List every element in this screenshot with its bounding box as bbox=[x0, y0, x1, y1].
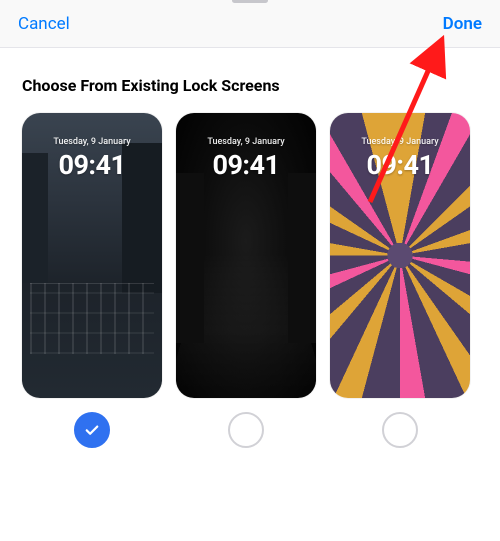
lockscreen-preview-3[interactable]: Tuesday, 9 January 09:41 bbox=[330, 113, 470, 398]
lockscreen-radio-1[interactable] bbox=[74, 412, 110, 448]
lockscreen-preview-1[interactable]: Tuesday, 9 January 09:41 bbox=[22, 113, 162, 398]
lockscreen-time: 09:41 bbox=[176, 149, 316, 181]
lockscreen-date: Tuesday, 9 January bbox=[330, 137, 470, 147]
nav-bar: Cancel Done bbox=[0, 0, 500, 48]
lockscreen-clock: Tuesday, 9 January 09:41 bbox=[22, 137, 162, 181]
lockscreen-radio-3[interactable] bbox=[382, 412, 418, 448]
section-title: Choose From Existing Lock Screens bbox=[22, 76, 478, 95]
lockscreen-clock: Tuesday, 9 January 09:41 bbox=[176, 137, 316, 181]
lockscreen-date: Tuesday, 9 January bbox=[176, 137, 316, 147]
checkmark-icon bbox=[83, 421, 101, 439]
lockscreen-preview-row: Tuesday, 9 January 09:41 Tuesday, 9 Janu… bbox=[0, 113, 500, 398]
lockscreen-time: 09:41 bbox=[22, 149, 162, 181]
lockscreen-time: 09:41 bbox=[330, 149, 470, 181]
cancel-button[interactable]: Cancel bbox=[18, 14, 70, 34]
done-button[interactable]: Done bbox=[443, 14, 482, 34]
lockscreen-preview-2[interactable]: Tuesday, 9 January 09:41 bbox=[176, 113, 316, 398]
lockscreen-clock: Tuesday, 9 January 09:41 bbox=[330, 137, 470, 181]
lockscreen-radio-2[interactable] bbox=[228, 412, 264, 448]
lockscreen-selector-row bbox=[0, 398, 500, 462]
section-header: Choose From Existing Lock Screens bbox=[0, 48, 500, 95]
sheet-grabber[interactable] bbox=[232, 0, 268, 3]
lockscreen-date: Tuesday, 9 January bbox=[22, 137, 162, 147]
